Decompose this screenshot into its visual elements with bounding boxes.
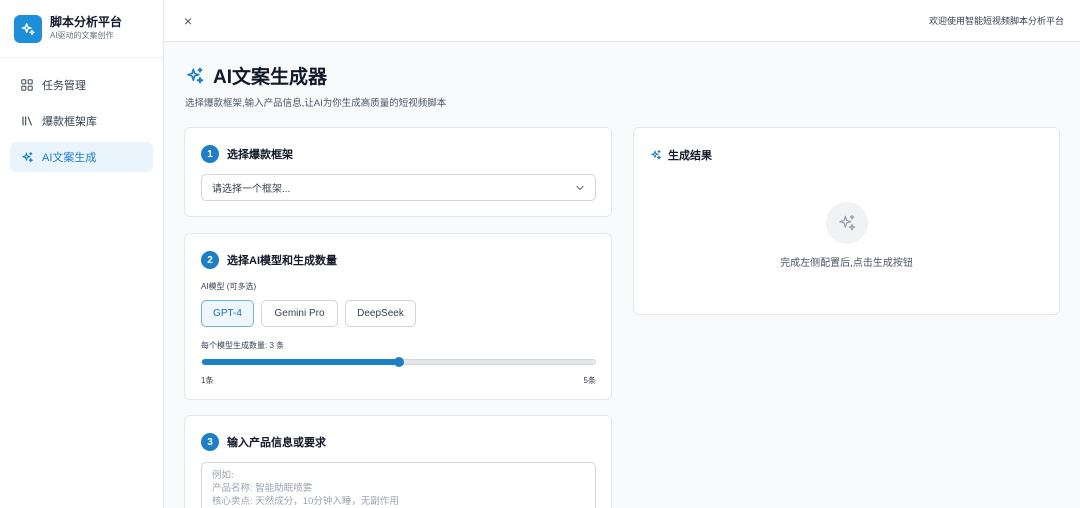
close-icon[interactable]: × [184,13,192,29]
page-title: AI文案生成器 [213,67,328,88]
sidebar-item-task-management[interactable]: 任务管理 [10,70,153,100]
sidebar: 脚本分析平台 AI驱动的文案创作 任务管理 爆款框架库 AI文案生成 [0,0,164,508]
result-title: 生成结果 [668,150,712,162]
brand-title: 脚本分析平台 [50,15,123,29]
sidebar-item-label: 爆款框架库 [42,116,97,128]
sidebar-nav: 任务管理 爆款框架库 AI文案生成 [0,58,163,172]
step2-card: 2 选择AI模型和生成数量 AI模型 (可多选) GPT-4 Gemini Pr… [184,233,612,400]
brand: 脚本分析平台 AI驱动的文案创作 [0,0,163,58]
framework-select-value: 请选择一个框架... [212,184,291,195]
sidebar-item-label: AI文案生成 [42,152,97,164]
result-empty-state: 完成左侧配置后,点击生成按钮 [634,202,1059,269]
model-option-gemini-pro[interactable]: Gemini Pro [261,300,338,327]
page-title-row: AI文案生成器 [185,62,446,89]
library-icon [20,114,34,128]
step3-title: 输入产品信息或要求 [227,437,326,449]
slider-thumb[interactable] [393,357,404,367]
step1-number: 1 [201,145,219,163]
step3-number: 3 [201,433,219,451]
slider-max-label: 5条 [583,376,596,385]
step2-header: 2 选择AI模型和生成数量 [201,251,337,269]
sparkles-icon [650,149,662,161]
result-card: 生成结果 完成左侧配置后,点击生成按钮 [633,127,1060,315]
models-label: AI模型 (可多选) [201,282,257,291]
sidebar-item-framework-library[interactable]: 爆款框架库 [10,106,153,136]
step1-header: 1 选择爆款框架 [201,145,293,163]
sparkles-icon [825,202,868,244]
step2-number: 2 [201,251,219,269]
sidebar-item-label: 任务管理 [42,80,86,92]
slider-fill [202,359,399,365]
model-option-gpt4[interactable]: GPT-4 [201,300,254,327]
page-description: 选择爆款框架,输入产品信息,让AI为你生成高质量的短视频脚本 [185,98,447,109]
result-empty-text: 完成左侧配置后,点击生成按钮 [780,258,913,269]
step1-card: 1 选择爆款框架 请选择一个框架... [184,127,612,217]
slider-min-label: 1条 [201,376,214,385]
sparkles-icon [185,66,205,86]
step3-header: 3 输入产品信息或要求 [201,433,326,451]
model-option-deepseek[interactable]: DeepSeek [345,300,416,327]
product-info-textarea[interactable]: 例如: 产品名称: 智能助眠喷雾 核心卖点: 天然成分，10分钟入睡，无副作用 [201,462,596,508]
welcome-text: 欢迎使用智能短视频脚本分析平台 [928,16,1064,26]
chevron-down-icon [575,183,585,196]
step3-card: 3 输入产品信息或要求 例如: 产品名称: 智能助眠喷雾 核心卖点: 天然成分，… [184,415,612,508]
page-header: AI文案生成器 选择爆款框架,输入产品信息,让AI为你生成高质量的短视频脚本 [185,62,446,109]
framework-select[interactable]: 请选择一个框架... [201,174,596,201]
brand-subtitle: AI驱动的文案创作 [50,31,114,40]
count-label: 每个模型生成数量: 3 条 [201,341,285,350]
count-slider[interactable] [201,357,596,367]
sidebar-item-ai-copy-generation[interactable]: AI文案生成 [10,142,153,172]
step1-title: 选择爆款框架 [227,149,293,161]
result-header: 生成结果 [650,147,712,163]
top-bar: × 欢迎使用智能短视频脚本分析平台 [164,0,1080,42]
grid-icon [20,78,34,92]
brand-logo-icon [14,14,42,43]
sparkles-icon [20,150,34,164]
step2-title: 选择AI模型和生成数量 [227,255,337,267]
